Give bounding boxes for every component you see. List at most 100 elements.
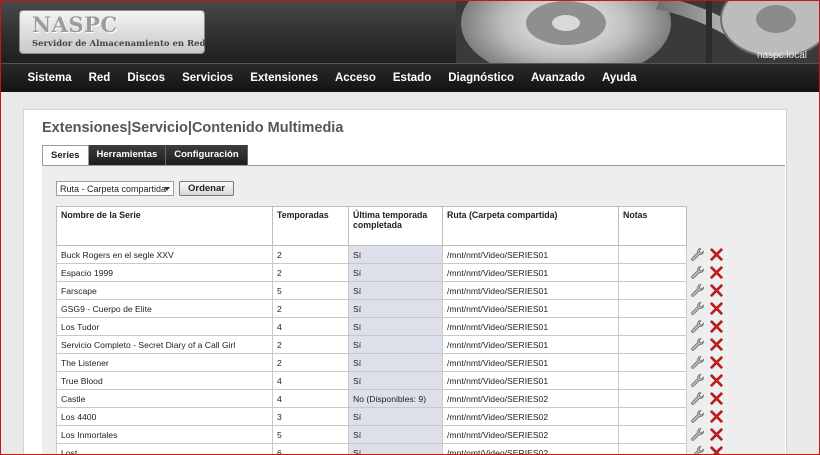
- tab-panel-series: Ruta - Carpeta compartida Ordenar Nombre…: [42, 165, 785, 455]
- cell-notes: [618, 263, 687, 282]
- page-title: Extensiones|Servicio|Contenido Multimedi…: [42, 120, 344, 136]
- cell-series-name: Los 4400: [56, 407, 273, 426]
- menu-item-servicios[interactable]: Servicios: [174, 64, 242, 92]
- cell-last-season-completed: Sí: [348, 317, 443, 336]
- cell-notes: [618, 281, 687, 300]
- wrench-icon[interactable]: [690, 283, 705, 298]
- menu-item-extensiones[interactable]: Extensiones: [242, 64, 327, 92]
- wrench-icon[interactable]: [690, 391, 705, 406]
- cell-last-season-completed: Sí: [348, 335, 443, 354]
- wrench-icon[interactable]: [690, 445, 705, 455]
- cell-notes: [618, 425, 687, 444]
- delete-x-icon[interactable]: [709, 391, 724, 406]
- main-menu: Sistema Red Discos Servicios Extensiones…: [1, 63, 819, 92]
- table-row[interactable]: Lost 6 Sí /mnt/nmt/Video/SERIES02: [56, 443, 731, 455]
- wrench-icon[interactable]: [690, 265, 705, 280]
- table-row[interactable]: Los 4400 3 Sí /mnt/nmt/Video/SERIES02: [56, 407, 731, 426]
- cell-seasons: 2: [272, 335, 349, 354]
- column-header-seasons[interactable]: Temporadas: [272, 206, 349, 246]
- table-row[interactable]: True Blood 4 Sí /mnt/nmt/Video/SERIES01: [56, 371, 731, 390]
- cell-series-name: Los Inmortales: [56, 425, 273, 444]
- sort-toolbar: Ruta - Carpeta compartida Ordenar: [56, 181, 234, 196]
- menu-item-avanzado[interactable]: Avanzado: [523, 64, 594, 92]
- logo-title: NASPC: [32, 12, 118, 37]
- menu-item-ayuda[interactable]: Ayuda: [593, 64, 645, 92]
- wrench-icon[interactable]: [690, 301, 705, 316]
- delete-x-icon[interactable]: [709, 301, 724, 316]
- menu-item-estado[interactable]: Estado: [384, 64, 439, 92]
- cell-notes: [618, 443, 687, 454]
- sort-select[interactable]: Ruta - Carpeta compartida: [56, 181, 174, 196]
- cell-last-season-completed: Sí: [348, 263, 443, 282]
- table-header-row: Nombre de la Serie Temporadas Última tem…: [56, 206, 731, 246]
- menu-item-sistema[interactable]: Sistema: [19, 64, 80, 92]
- column-header-path[interactable]: Ruta (Carpeta compartida): [442, 206, 619, 246]
- wrench-icon[interactable]: [690, 337, 705, 352]
- cell-last-season-completed: Sí: [348, 425, 443, 444]
- row-actions: [686, 407, 731, 426]
- table-row[interactable]: GSG9 - Cuerpo de Elite 2 Sí /mnt/nmt/Vid…: [56, 299, 731, 318]
- delete-x-icon[interactable]: [709, 355, 724, 370]
- wrench-icon[interactable]: [690, 247, 705, 262]
- row-actions: [686, 281, 731, 300]
- cell-series-name: Espacio 1999: [56, 263, 273, 282]
- table-row[interactable]: Espacio 1999 2 Sí /mnt/nmt/Video/SERIES0…: [56, 263, 731, 282]
- column-header-notes[interactable]: Notas: [618, 206, 687, 246]
- cell-seasons: 4: [272, 317, 349, 336]
- row-actions: [686, 371, 731, 390]
- cell-notes: [618, 371, 687, 390]
- cell-last-season-completed: Sí: [348, 443, 443, 454]
- cell-seasons: 2: [272, 245, 349, 264]
- cell-series-name: Lost: [56, 443, 273, 454]
- table-row[interactable]: Castle 4 No (Disponibles: 9) /mnt/nmt/Vi…: [56, 389, 731, 408]
- row-actions: [686, 443, 731, 455]
- menu-item-discos[interactable]: Discos: [119, 64, 174, 92]
- sort-button[interactable]: Ordenar: [179, 181, 234, 196]
- delete-x-icon[interactable]: [709, 265, 724, 280]
- tab-configuracion[interactable]: Configuración: [166, 145, 248, 165]
- delete-x-icon[interactable]: [709, 337, 724, 352]
- table-row[interactable]: Buck Rogers en el segle XXV 2 Sí /mnt/nm…: [56, 245, 731, 264]
- cell-path: /mnt/nmt/Video/SERIES01: [442, 353, 619, 372]
- column-header-name[interactable]: Nombre de la Serie: [56, 206, 273, 246]
- logo[interactable]: NASPC Servidor de Almacenamiento en Red: [19, 10, 205, 54]
- row-actions: [686, 389, 731, 408]
- cell-notes: [618, 407, 687, 426]
- wrench-icon[interactable]: [690, 427, 705, 442]
- cell-path: /mnt/nmt/Video/SERIES02: [442, 389, 619, 408]
- table-row[interactable]: The Listener 2 Sí /mnt/nmt/Video/SERIES0…: [56, 353, 731, 372]
- wrench-icon[interactable]: [690, 409, 705, 424]
- sort-select-value: Ruta - Carpeta compartida: [60, 184, 167, 194]
- menu-item-red[interactable]: Red: [80, 64, 119, 92]
- wrench-icon[interactable]: [690, 373, 705, 388]
- row-actions: [686, 245, 731, 264]
- table-row[interactable]: Los Tudor 4 Sí /mnt/nmt/Video/SERIES01: [56, 317, 731, 336]
- table-row[interactable]: Servicio Completo - Secret Diary of a Ca…: [56, 335, 731, 354]
- table-row[interactable]: Los Inmortales 5 Sí /mnt/nmt/Video/SERIE…: [56, 425, 731, 444]
- cell-series-name: True Blood: [56, 371, 273, 390]
- cell-seasons: 5: [272, 425, 349, 444]
- cell-seasons: 2: [272, 353, 349, 372]
- cell-notes: [618, 389, 687, 408]
- cell-path: /mnt/nmt/Video/SERIES01: [442, 263, 619, 282]
- delete-x-icon[interactable]: [709, 373, 724, 388]
- table-row[interactable]: Farscape 5 Sí /mnt/nmt/Video/SERIES01: [56, 281, 731, 300]
- menu-item-acceso[interactable]: Acceso: [326, 64, 384, 92]
- delete-x-icon[interactable]: [709, 427, 724, 442]
- delete-x-icon[interactable]: [709, 409, 724, 424]
- delete-x-icon[interactable]: [709, 319, 724, 334]
- menu-item-diagnostico[interactable]: Diagnóstico: [440, 64, 523, 92]
- cell-series-name: Buck Rogers en el segle XXV: [56, 245, 273, 264]
- tab-herramientas[interactable]: Herramientas: [88, 145, 167, 165]
- column-header-actions: [686, 206, 731, 246]
- chevron-down-icon: [164, 187, 170, 191]
- cell-notes: [618, 299, 687, 318]
- content-panel: Extensiones|Servicio|Contenido Multimedi…: [23, 109, 787, 455]
- delete-x-icon[interactable]: [709, 247, 724, 262]
- column-header-last-season[interactable]: Última temporada completada: [348, 206, 443, 246]
- wrench-icon[interactable]: [690, 319, 705, 334]
- delete-x-icon[interactable]: [709, 445, 724, 455]
- delete-x-icon[interactable]: [709, 283, 724, 298]
- tab-series[interactable]: Series: [42, 145, 89, 166]
- wrench-icon[interactable]: [690, 355, 705, 370]
